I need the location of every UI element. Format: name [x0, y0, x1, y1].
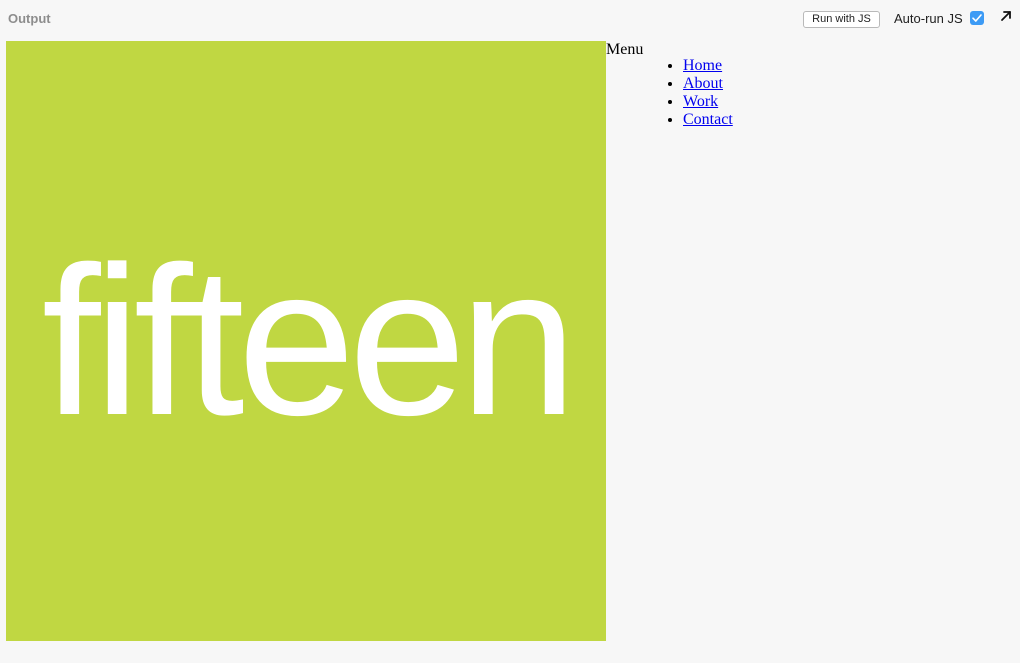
fifteen-logo: fifteen	[6, 41, 606, 641]
menu-label: Menu	[606, 41, 644, 58]
list-item: Home	[683, 57, 733, 75]
autorun-label: Auto-run JS	[894, 11, 963, 26]
nav-link-home[interactable]: Home	[683, 57, 722, 74]
nav-link-work[interactable]: Work	[683, 93, 718, 110]
logo-text: fifteen	[42, 222, 571, 459]
output-frame: fifteen Menu Home About Work Contact	[6, 41, 1020, 663]
nav-menu: Home About Work Contact	[643, 57, 733, 129]
nav-link-about[interactable]: About	[683, 75, 723, 92]
panel-title: Output	[8, 11, 51, 26]
list-item: About	[683, 75, 733, 93]
list-item: Contact	[683, 111, 733, 129]
nav-link-contact[interactable]: Contact	[683, 111, 733, 128]
list-item: Work	[683, 93, 733, 111]
checkmark-icon	[972, 14, 982, 22]
output-toolbar: Output Run with JS Auto-run JS	[0, 0, 1020, 38]
autorun-checkbox[interactable]	[970, 11, 984, 25]
run-with-js-button[interactable]: Run with JS	[803, 11, 880, 28]
arrow-up-right-icon[interactable]	[999, 9, 1013, 23]
